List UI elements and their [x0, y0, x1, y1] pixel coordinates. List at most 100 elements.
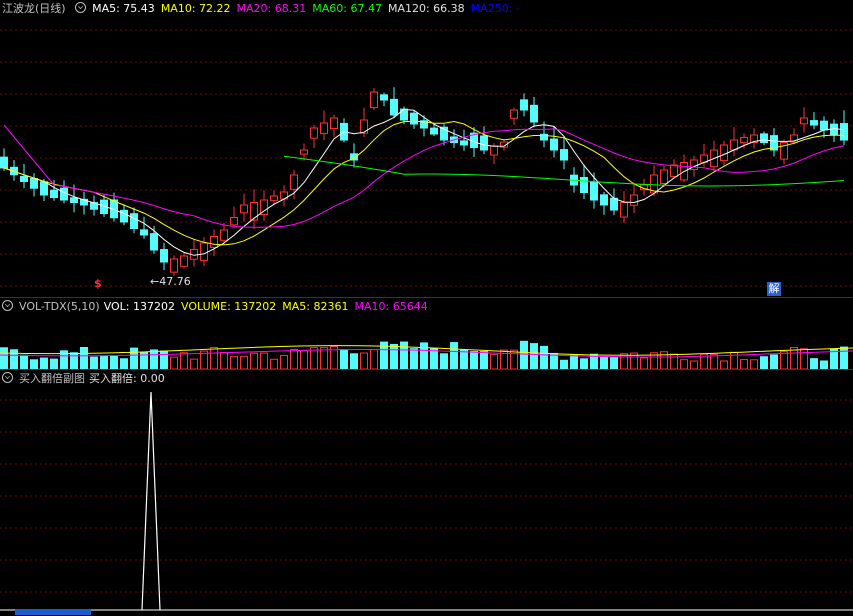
volume-bar [430, 348, 438, 370]
low-price-label: ←47.76 [150, 275, 191, 288]
ma-3: MA60: 67.47 [312, 2, 382, 15]
volume-bar [840, 346, 848, 370]
volume-bar [780, 351, 788, 370]
volume-pane[interactable]: VOL-TDX(5,10) VOL: 137202 VOLUME: 137202 MA… [0, 297, 853, 370]
volume-bar [520, 340, 528, 370]
candle-body [20, 175, 28, 183]
indicator-header: 买入翻倍副图 买入翻倍: 0.00 [2, 372, 171, 386]
indicator-chart[interactable] [0, 370, 853, 616]
volume-bar [180, 352, 188, 370]
volume-bar [290, 348, 298, 370]
volume-bar [610, 357, 618, 370]
candle-body [40, 181, 48, 196]
candle-body [620, 202, 628, 218]
volume-bar [120, 358, 128, 370]
ma-line [3, 124, 845, 228]
price-header: 江波龙(日线) MA5: 75.43 MA10: 72.22 MA20: 68.31… [2, 2, 532, 16]
volume-bar [0, 347, 8, 370]
candle-body [210, 236, 218, 248]
candle-body [240, 204, 248, 214]
volume-bar [470, 351, 478, 370]
ma-1: MA10: 72.22 [160, 2, 231, 15]
volume-bar [440, 353, 448, 370]
vol-2: MA5: 82361 [282, 300, 349, 313]
candle-body [220, 229, 228, 241]
volume-bar [350, 353, 358, 370]
indicator-name[interactable]: 买入翻倍副图 [19, 372, 85, 385]
volume-bar [460, 349, 468, 370]
chevron-down-icon[interactable] [75, 2, 87, 13]
candle-body [520, 99, 528, 111]
candle-body [410, 112, 418, 125]
candle-body [490, 145, 498, 156]
candle-body [320, 122, 328, 134]
volume-bar [790, 347, 798, 370]
candle-body [610, 197, 618, 211]
candle-body [460, 140, 468, 146]
volume-bar [80, 346, 88, 370]
candle-body [200, 242, 208, 261]
candle-body [270, 195, 278, 201]
volume-bar [130, 347, 138, 370]
volume-bar [530, 343, 538, 370]
volume-bar [320, 347, 328, 370]
ma-2: MA20: 68.31 [236, 2, 307, 15]
stock-title[interactable]: 江波龙(日线) [2, 2, 66, 15]
candle-body [130, 213, 138, 230]
candle-body [670, 164, 678, 177]
chevron-down-icon[interactable] [2, 300, 13, 311]
volume-bar [560, 359, 568, 370]
date-cursor-box [15, 609, 91, 615]
volume-header: VOL-TDX(5,10) VOL: 137202 VOLUME: 137202 MA… [2, 300, 440, 314]
volume-bar [830, 348, 838, 370]
volume-bar [100, 355, 108, 370]
volume-indicator-name[interactable]: VOL-TDX(5,10) [19, 300, 100, 313]
candle-body [800, 117, 808, 125]
volume-bar [400, 341, 408, 370]
candle-body [150, 233, 158, 251]
candle-body [310, 127, 318, 139]
candle-body [600, 194, 608, 206]
candle-body [660, 169, 668, 184]
volume-bar [740, 359, 748, 370]
candle-body [70, 197, 78, 204]
candlestick-chart[interactable] [0, 0, 853, 297]
candle-body [430, 127, 438, 135]
candle-body [510, 109, 518, 119]
chevron-down-icon[interactable] [2, 372, 13, 383]
volume-bar [160, 350, 168, 370]
volume-legend: VOL: 137202 VOLUME: 137202 MA5: 82361 MA10:… [104, 300, 434, 313]
volume-bar [150, 349, 158, 370]
volume-bar [580, 358, 588, 370]
candle-body [300, 149, 308, 155]
price-chart-pane[interactable]: 江波龙(日线) MA5: 75.43 MA10: 72.22 MA20: 68.31… [0, 0, 853, 297]
volume-bar [240, 355, 248, 370]
ma-0: MA5: 75.43 [92, 2, 155, 15]
volume-bar [540, 345, 548, 370]
unlock-flag-badge[interactable]: 解 [767, 282, 781, 296]
candle-body [30, 177, 38, 189]
volume-bar [760, 356, 768, 370]
volume-bar [640, 357, 648, 370]
volume-bar [810, 358, 818, 370]
candle-body [560, 149, 568, 161]
volume-bar [770, 354, 778, 370]
candle-body [160, 249, 168, 263]
volume-bar [210, 347, 218, 370]
candle-body [250, 202, 258, 221]
ma-legend: MA5: 75.43 MA10: 72.22 MA20: 68.31 MA60: 67… [92, 2, 526, 15]
candle-body [330, 117, 338, 130]
volume-bar [750, 359, 758, 370]
candle-body [0, 156, 8, 169]
candle-body [740, 137, 748, 144]
indicator-pane[interactable]: 买入翻倍副图 买入翻倍: 0.00 [0, 369, 853, 616]
volume-bar [340, 349, 348, 370]
volume-bar [40, 357, 48, 370]
candle-body [760, 133, 768, 143]
volume-bar [220, 351, 228, 370]
volume-bar [690, 360, 698, 370]
volume-bar [510, 349, 518, 370]
volume-bar [280, 355, 288, 370]
volume-bar [480, 351, 488, 370]
volume-bar [490, 353, 498, 370]
